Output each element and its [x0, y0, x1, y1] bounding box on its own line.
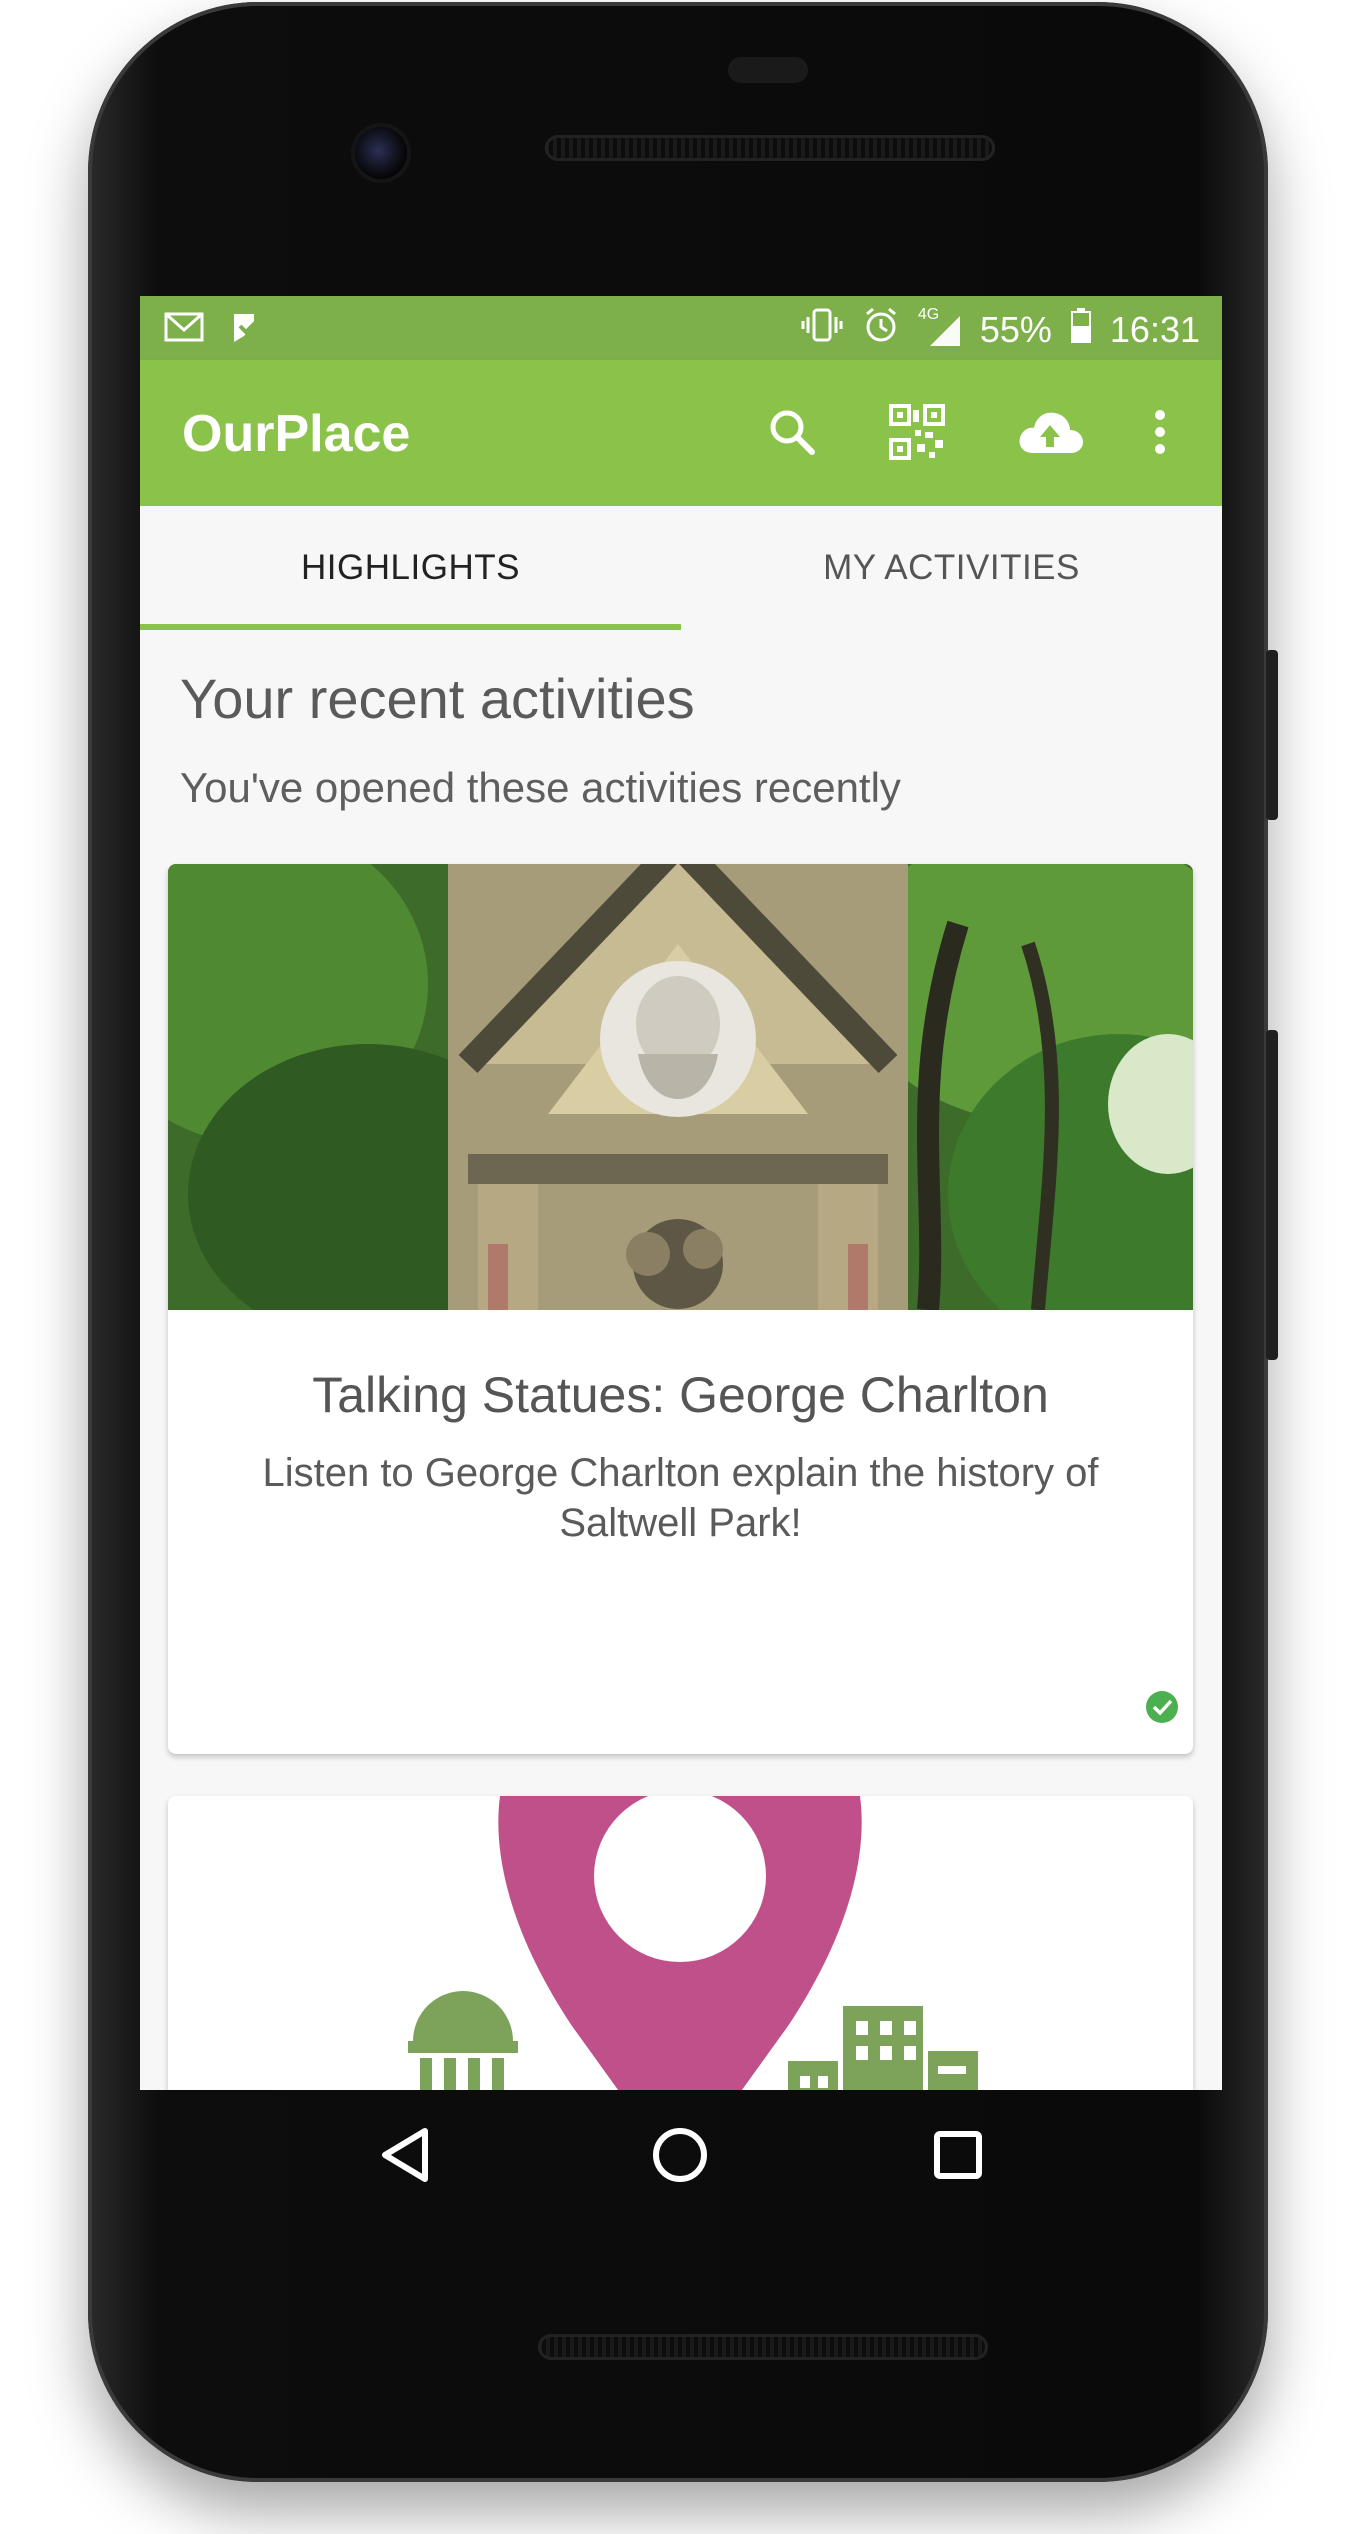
tab-highlights[interactable]: HIGHLIGHTS	[140, 506, 681, 630]
battery-percent: 55%	[979, 308, 1052, 350]
gmail-icon	[164, 310, 204, 351]
clock: 16:31	[1109, 308, 1200, 350]
tab-my-activities[interactable]: MY ACTIVITIES	[681, 506, 1222, 630]
power-button[interactable]	[1266, 1030, 1278, 1360]
bottom-speaker	[538, 2334, 988, 2360]
card-title: Talking Statues: George Charlton	[312, 1367, 1049, 1423]
tab-bar: HIGHLIGHTS MY ACTIVITIES	[140, 506, 1222, 630]
cloud-upload-icon[interactable]	[1010, 400, 1090, 464]
battery-icon	[1070, 307, 1092, 352]
activity-card[interactable]: Talking Statues: George Charlton Listen …	[168, 864, 1193, 1754]
front-camera	[355, 127, 407, 179]
recents-icon[interactable]	[918, 2115, 998, 2195]
volume-button[interactable]	[1266, 650, 1278, 820]
statue-photo	[168, 864, 1193, 1310]
card-description: Listen to George Charlton explain the hi…	[262, 1451, 1099, 1545]
alarm-icon	[862, 306, 900, 353]
earpiece-speaker	[545, 135, 995, 161]
app-title: OurPlace	[182, 405, 411, 463]
qr-code-icon[interactable]	[885, 400, 949, 464]
app-toolbar: OurPlace	[140, 360, 1222, 506]
search-icon[interactable]	[760, 400, 824, 464]
vibrate-icon	[800, 307, 844, 352]
home-icon[interactable]	[640, 2115, 720, 2195]
more-vert-icon[interactable]	[1140, 400, 1180, 464]
task-check-icon	[230, 310, 266, 351]
status-bar: 4G 55% 16:31	[140, 296, 1222, 360]
signal-4g-icon: 4G	[918, 306, 962, 348]
tab-indicator	[140, 624, 681, 630]
location-pin-illustration	[408, 1796, 978, 2090]
proximity-sensor	[728, 57, 808, 83]
system-nav-bar	[140, 2090, 1222, 2220]
back-icon[interactable]	[365, 2115, 445, 2195]
screen: 4G 55% 16:31 OurPlace HIGHLIGHTS MY ACTI…	[140, 296, 1222, 2090]
check-circle-icon	[1146, 1691, 1178, 1723]
activity-card[interactable]	[168, 1796, 1193, 2090]
section-subtitle: You've opened these activities recently	[180, 764, 901, 811]
section-title: Your recent activities	[180, 667, 695, 730]
